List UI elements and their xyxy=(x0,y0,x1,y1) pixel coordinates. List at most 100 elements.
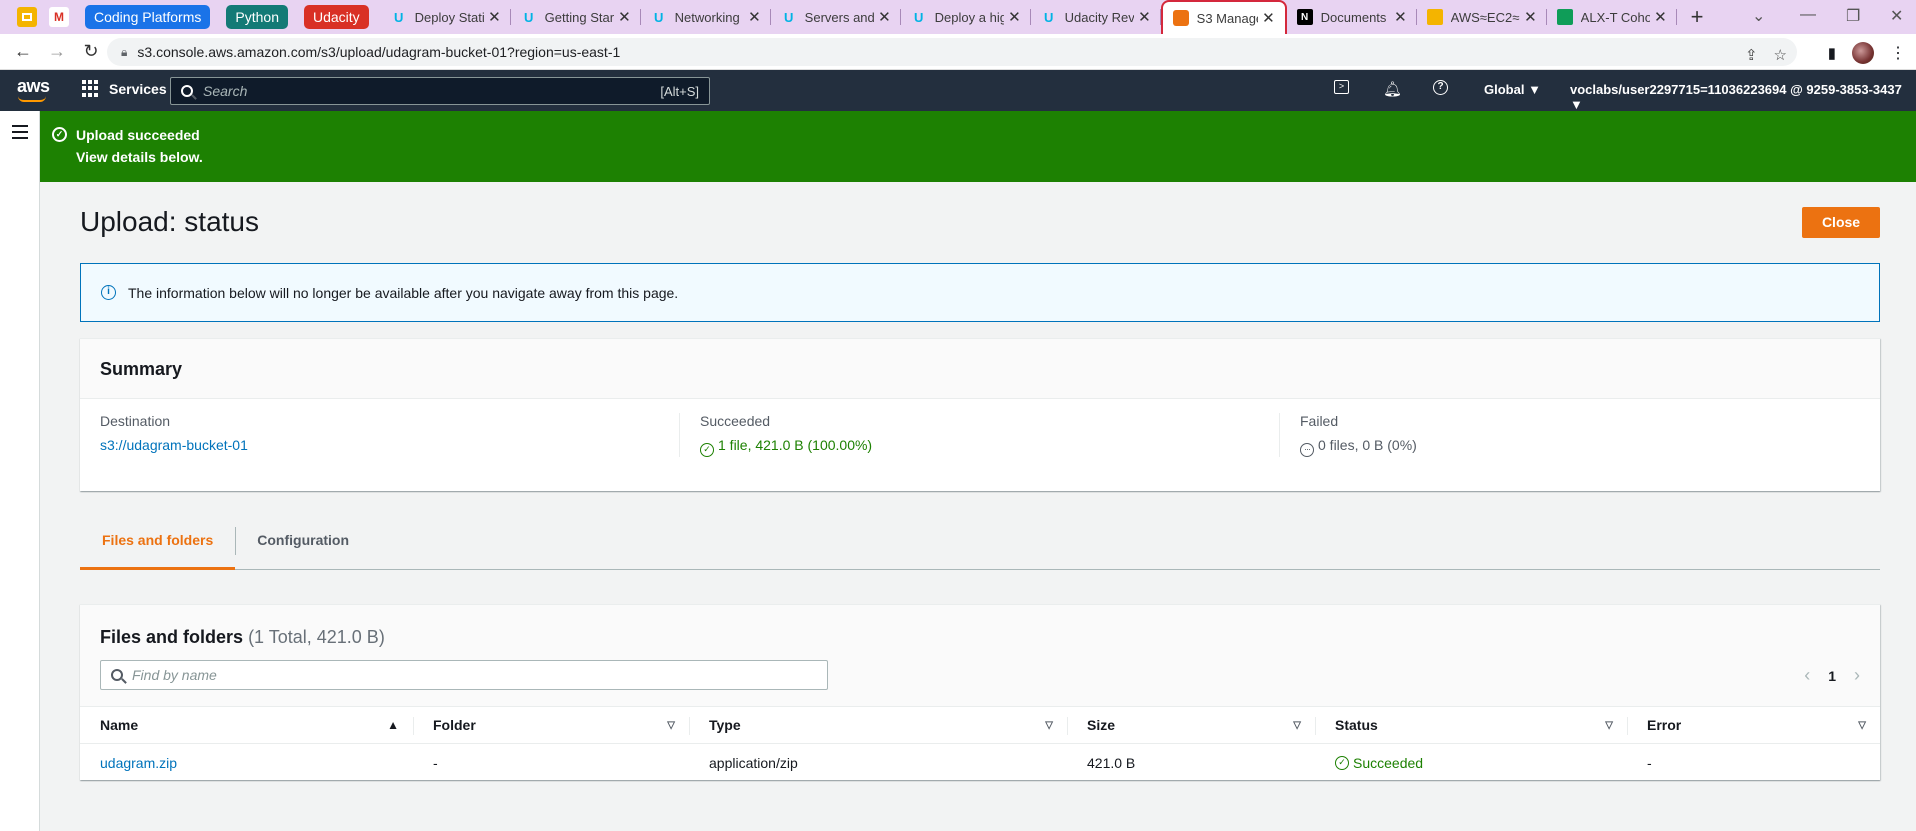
tab-files-and-folders[interactable]: Files and folders xyxy=(80,520,236,570)
close-icon[interactable]: ✕ xyxy=(748,8,761,26)
address-bar[interactable]: 🔒︎ s3.console.aws.amazon.com/s3/upload/u… xyxy=(107,38,1797,66)
sort-icon[interactable]: ▽ xyxy=(1605,720,1613,731)
browser-tab[interactable]: U Deploy a hig ✕ xyxy=(901,0,1031,34)
udacity-icon: U xyxy=(1043,9,1054,25)
column-header-error[interactable]: Error ▽ xyxy=(1627,707,1880,743)
close-icon[interactable]: ✕ xyxy=(1008,8,1021,26)
slides-app-icon[interactable] xyxy=(17,7,37,27)
close-icon[interactable]: ✕ xyxy=(1524,8,1537,26)
table-header: Name ▲ Folder ▽ Type ▽ Size ▽ Status ▽ Error ▽ xyxy=(80,707,1880,744)
summary-heading: Summary xyxy=(80,339,1880,399)
sort-icon[interactable]: ▽ xyxy=(1293,720,1301,731)
file-name-link[interactable]: udagram.zip xyxy=(80,744,413,781)
browser-tab[interactable]: U Udacity Rev ✕ xyxy=(1031,0,1161,34)
lock-icon[interactable]: 🔒︎ xyxy=(121,45,127,60)
sort-icon[interactable]: ▽ xyxy=(1045,720,1053,731)
bookmark-coding-platforms[interactable]: Coding Platforms xyxy=(85,5,211,29)
browser-tab[interactable]: U Servers and ✕ xyxy=(771,0,901,34)
page-title: Upload: status xyxy=(80,206,259,237)
summary-failed: Failed ··· 0 files, 0 B (0%) xyxy=(1279,413,1880,457)
grid-icon xyxy=(82,80,99,97)
sidepanel-icon[interactable]: ▮ xyxy=(1828,44,1836,62)
files-count: (1 Total, 421.0 B) xyxy=(248,627,385,647)
side-navigation-rail xyxy=(0,111,40,831)
pending-icon: ··· xyxy=(1300,443,1314,457)
cloudshell-icon[interactable]: > xyxy=(1334,80,1349,94)
find-by-name-input[interactable]: Find by name xyxy=(100,660,828,690)
info-icon: i xyxy=(101,285,116,300)
column-header-type[interactable]: Type ▽ xyxy=(689,707,1067,743)
minimize-icon[interactable]: — xyxy=(1800,6,1816,24)
services-menu-button[interactable]: Services xyxy=(82,80,167,97)
region-selector[interactable]: Global ▼ xyxy=(1484,82,1541,97)
aws-logo[interactable]: aws xyxy=(17,76,50,102)
hamburger-menu-icon[interactable] xyxy=(12,125,28,143)
udacity-icon: U xyxy=(393,9,404,25)
summary-container: Summary Destination s3://udagram-bucket-… xyxy=(80,338,1880,491)
account-menu[interactable]: voclabs/user2297715=11036223694 @ 9259-3… xyxy=(1570,82,1916,112)
browser-tab[interactable]: ALX-T Coho ✕ xyxy=(1547,0,1677,34)
summary-destination: Destination s3://udagram-bucket-01 xyxy=(80,413,680,457)
destination-link[interactable]: s3://udagram-bucket-01 xyxy=(100,437,680,453)
forward-icon[interactable]: → xyxy=(46,41,68,62)
notion-icon: N xyxy=(1296,9,1313,25)
aws-search-input[interactable]: Search [Alt+S] xyxy=(170,77,710,105)
udacity-icon: U xyxy=(653,9,664,25)
reload-icon[interactable]: ↻ xyxy=(80,41,102,62)
help-icon[interactable]: ? xyxy=(1433,80,1448,95)
success-check-icon: ✓ xyxy=(52,127,67,142)
browser-tab[interactable]: AWS≈EC2≈S✕ xyxy=(1417,0,1547,34)
sort-icon[interactable]: ▽ xyxy=(1858,720,1866,731)
column-header-size[interactable]: Size ▽ xyxy=(1067,707,1315,743)
gmail-icon[interactable]: M xyxy=(49,7,69,27)
close-icon[interactable]: ✕ xyxy=(1654,8,1667,26)
table-row: udagram.zip - application/zip 421.0 B ✓ S… xyxy=(80,744,1880,781)
files-table-container: Files and folders (1 Total, 421.0 B) Fin… xyxy=(80,604,1880,780)
chevron-left-icon[interactable]: ‹ xyxy=(1804,665,1810,686)
close-icon[interactable]: ✕ xyxy=(878,8,891,26)
file-folder: - xyxy=(433,754,438,771)
file-error: - xyxy=(1647,754,1652,771)
page-number[interactable]: 1 xyxy=(1828,668,1836,684)
column-header-name[interactable]: Name ▲ xyxy=(80,707,413,743)
profile-avatar[interactable] xyxy=(1852,42,1874,64)
tab-search-icon[interactable]: ⌄ xyxy=(1752,6,1765,26)
browser-tab[interactable]: U Getting Star ✕ xyxy=(511,0,641,34)
close-button[interactable]: Close xyxy=(1802,207,1880,238)
close-icon[interactable]: ✕ xyxy=(1262,9,1275,27)
close-icon[interactable]: ✕ xyxy=(618,8,631,26)
window-close-icon[interactable]: ✕ xyxy=(1890,6,1903,26)
search-icon xyxy=(111,669,123,681)
menu-icon[interactable]: ⋮ xyxy=(1890,43,1906,63)
file-status: ✓ Succeeded xyxy=(1315,744,1627,781)
sort-icon[interactable]: ▽ xyxy=(667,720,675,731)
browser-tab[interactable]: U Deploy Stati ✕ xyxy=(381,0,511,34)
tab-configuration[interactable]: Configuration xyxy=(235,520,371,570)
new-tab-icon[interactable]: + xyxy=(1691,4,1704,30)
browser-tab-active[interactable]: S3 Manager✕ xyxy=(1160,0,1287,34)
notifications-icon[interactable]: 🔔︎ xyxy=(1383,80,1402,98)
sheets-icon xyxy=(1556,9,1573,25)
udacity-icon: U xyxy=(523,9,534,25)
column-header-status[interactable]: Status ▽ xyxy=(1315,707,1627,743)
maximize-icon[interactable]: ❐ xyxy=(1846,6,1860,26)
bookmark-python[interactable]: Python xyxy=(226,5,288,29)
chevron-right-icon[interactable]: › xyxy=(1854,665,1860,686)
s3-icon xyxy=(1172,10,1189,26)
close-icon[interactable]: ✕ xyxy=(488,8,501,26)
sort-ascending-icon[interactable]: ▲ xyxy=(387,718,399,732)
browser-toolbar: ← → ↻ 🔒︎ s3.console.aws.amazon.com/s3/up… xyxy=(0,34,1916,70)
bookmark-star-icon[interactable]: ☆ xyxy=(1774,46,1787,64)
column-header-folder[interactable]: Folder ▽ xyxy=(413,707,689,743)
file-type: application/zip xyxy=(709,754,798,771)
close-icon[interactable]: ✕ xyxy=(1138,8,1151,26)
back-icon[interactable]: ← xyxy=(12,41,34,62)
summary-succeeded: Succeeded ✓ 1 file, 421.0 B (100.00%) xyxy=(679,413,1280,457)
udacity-icon: U xyxy=(913,9,924,25)
close-icon[interactable]: ✕ xyxy=(1394,8,1407,26)
bookmark-udacity[interactable]: Udacity xyxy=(303,5,369,29)
share-icon[interactable]: ⇪ xyxy=(1745,46,1758,64)
browser-tab[interactable]: U Networking ✕ xyxy=(641,0,771,34)
browser-tab[interactable]: N Documents ✕ xyxy=(1287,0,1417,34)
url-text: s3.console.aws.amazon.com/s3/upload/udag… xyxy=(137,44,621,60)
